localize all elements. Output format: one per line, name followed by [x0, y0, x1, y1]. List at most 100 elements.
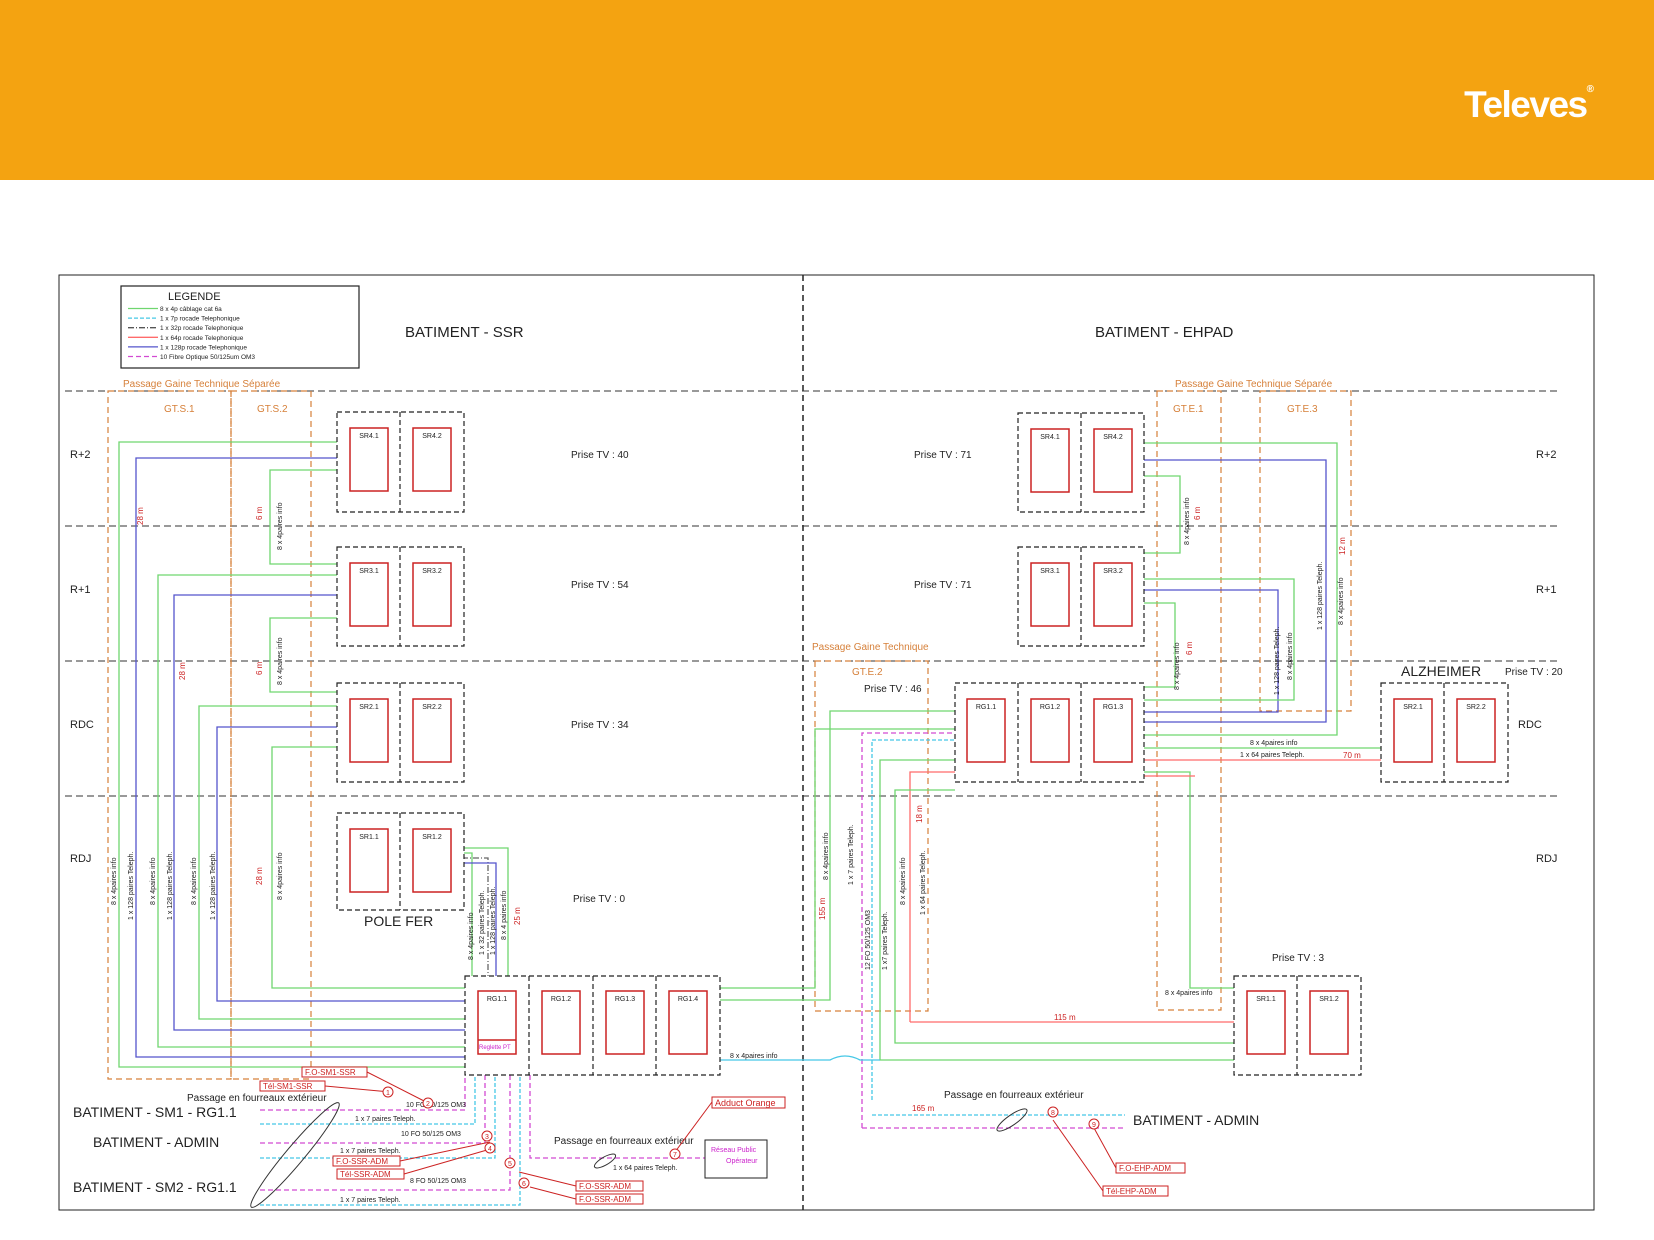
gte3-label: GT.E.3 — [1287, 404, 1318, 415]
cable-label: 8 x 4paires info — [823, 832, 830, 880]
duct-ssr — [250, 1102, 340, 1208]
tag: Tél-SM1-SSR — [263, 1082, 313, 1091]
floor-labels: R+2 R+1 RDC RDJ R+2 R+1 RDC RDJ — [70, 449, 1557, 865]
rack-label: SR4.1 — [1040, 434, 1060, 441]
gaine-ehpad-label: Passage Gaine Technique Séparée — [1175, 379, 1333, 390]
legend-item-label: 1 x 7p rocade Telephonique — [160, 316, 240, 323]
floor-label-rdj-right: RDJ — [1536, 853, 1557, 865]
cabinets — [336, 411, 1509, 1076]
distance-label: 6 m — [1193, 506, 1202, 520]
gts2-label: GT.S.2 — [257, 404, 288, 415]
rack-label: SR4.2 — [1103, 434, 1123, 441]
marker-number: 8 — [1051, 1110, 1055, 1117]
gaine-ssr-label: Passage Gaine Technique Séparée — [123, 379, 281, 390]
leader — [324, 1085, 391, 1093]
tv-ehpad-r1: Prise TV : 71 — [914, 580, 972, 591]
marker-number: 4 — [488, 1146, 492, 1153]
cable-label: 8 x 4paires info — [468, 912, 475, 960]
cable-label: 8 x 4 paires info — [501, 890, 508, 940]
cable-label: 1 x 7 paires Teleph. — [340, 1197, 401, 1204]
external-section: BATIMENT - SM1 - RG1.1 BATIMENT - ADMIN … — [73, 1066, 1259, 1208]
cable-label: 1 x 64 paires Teleph. — [1240, 752, 1305, 759]
rack-label: RG1.3 — [615, 996, 635, 1003]
cable-label: 12 FO 50/125 OM3 — [865, 910, 872, 970]
horizontal-cable-labels: 8 x 4paires info 8 x 4paires info 1 x 64… — [730, 740, 1305, 1060]
cable-label: 1 x 64 paires Teleph. — [613, 1165, 678, 1172]
gts1-label: GT.S.1 — [164, 404, 195, 415]
tv-ssr-r2: Prise TV : 40 — [571, 450, 629, 461]
cable-label: 1 x 7 paires Teleph. — [340, 1148, 401, 1155]
operator-line2: Opérateur — [726, 1158, 758, 1165]
cable-label: 1 x 128 paires Teleph. — [490, 887, 497, 955]
cable-label: 8 FO 50/125 OM3 — [410, 1178, 466, 1185]
rack-label: SR1.1 — [359, 834, 379, 841]
rack-label: SR2.2 — [1466, 704, 1486, 711]
shaft-labels: Passage Gaine Technique Séparée Passage … — [123, 379, 1333, 678]
cable-label: 1 x 128 paires Teleph. — [1317, 562, 1324, 630]
bat-sm2: BATIMENT - SM2 - RG1.1 — [73, 1179, 237, 1195]
cable-label: 10 FO 50/125 OM3 — [401, 1131, 461, 1138]
bat-sm1: BATIMENT - SM1 - RG1.1 — [73, 1104, 237, 1120]
tv-ehpad-rdc: Prise TV : 46 — [864, 684, 922, 695]
rack-label: RG1.2 — [551, 996, 571, 1003]
rack-label: RG1.1 — [976, 704, 996, 711]
rack-label: SR3.2 — [1103, 568, 1123, 575]
legend-title: LEGENDE — [168, 291, 221, 303]
tv-ssr-r1: Prise TV : 54 — [571, 580, 629, 591]
reglette-label: Reglette PT — [479, 1045, 511, 1051]
pole-fer-label: POLE FER — [364, 913, 433, 929]
distance-label: 18 m — [915, 805, 924, 823]
cable-label: 8 x 4paires info — [1184, 497, 1191, 545]
cable-label: 1 x 128 paires Teleph. — [128, 852, 135, 920]
rack-label: SR2.2 — [422, 704, 442, 711]
distance-label: 12 m — [1338, 537, 1347, 555]
marker-number: 9 — [1092, 1122, 1096, 1129]
rack-label: RG1.2 — [1040, 704, 1060, 711]
cable-ehpad-r1-info — [1143, 602, 1176, 688]
distance-label: 115 m — [1054, 1013, 1076, 1022]
cable-label: 8 x 4paires info — [150, 857, 157, 905]
marker-number: 3 — [485, 1134, 489, 1141]
leader — [529, 1186, 577, 1200]
alzheimer-title: ALZHEIMER — [1401, 663, 1481, 679]
rack-label: RG1.3 — [1103, 704, 1123, 711]
rack-label: SR2.1 — [359, 704, 379, 711]
shaft-gts2 — [230, 390, 312, 1080]
cable-label: 1 x 128 paires Teleph. — [210, 852, 217, 920]
rack-label: SR4.2 — [422, 433, 442, 440]
cable-label: 1 x 7 paires Teleph. — [355, 1116, 416, 1123]
tv-ehpad-alz: Prise TV : 20 — [1505, 667, 1563, 678]
cable-label: 1 x 128 paires Teleph. — [167, 852, 174, 920]
cable-label: 1 x 7 paires Teleph. — [848, 824, 855, 885]
cable-admin-fo — [861, 732, 955, 1128]
gaine-gte2-label: Passage Gaine Technique — [812, 642, 929, 653]
distance-label: 25 m — [513, 907, 522, 925]
distance-label: 155 m — [818, 897, 827, 920]
marker-number: 2 — [426, 1101, 430, 1108]
cable-label: 8 x 4paires info — [1174, 642, 1181, 690]
duct-ehpad-label: Passage en fourreaux extérieur — [944, 1090, 1084, 1101]
rack-label: SR3.2 — [422, 568, 442, 575]
shaft-gts1 — [107, 390, 232, 1080]
rack-label: SR2.1 — [1403, 704, 1423, 711]
legend: LEGENDE 8 x 4p câblage cat 6a 1 x 7p roca… — [120, 285, 360, 369]
floor-label-rdc-left: RDC — [70, 719, 94, 731]
duct-ssr-label: Passage en fourreaux extérieur — [187, 1093, 327, 1104]
tag: Tél-EHP-ADM — [1106, 1187, 1157, 1196]
rack-label: SR3.1 — [359, 568, 379, 575]
bat-admin: BATIMENT - ADMIN — [93, 1134, 219, 1150]
leader — [403, 1149, 488, 1175]
duct-ehpad — [996, 1108, 1028, 1132]
cable-label: 8 x 4paires info — [1250, 740, 1298, 747]
building-ehpad-title: BATIMENT - EHPAD — [1095, 324, 1234, 341]
distance-label: 6 m — [1185, 641, 1194, 655]
tag-group: F.O-SM1-SSR Tél-SM1-SSR F.O-SSR-ADM Tél-… — [259, 1066, 1186, 1205]
tag: F.O-SSR-ADM — [579, 1195, 631, 1204]
cable-label: 8 x 4paires info — [730, 1053, 778, 1060]
cable-ehpad-r1-info2 — [1143, 578, 1295, 701]
cable-label: 8 x 4paires info — [1287, 632, 1294, 680]
rack-label: SR4.1 — [359, 433, 379, 440]
cable-label: 8 x 4paires info — [277, 637, 284, 685]
cable-label: 8 x 4paires info — [1165, 990, 1213, 997]
tag: F.O-EHP-ADM — [1119, 1164, 1171, 1173]
